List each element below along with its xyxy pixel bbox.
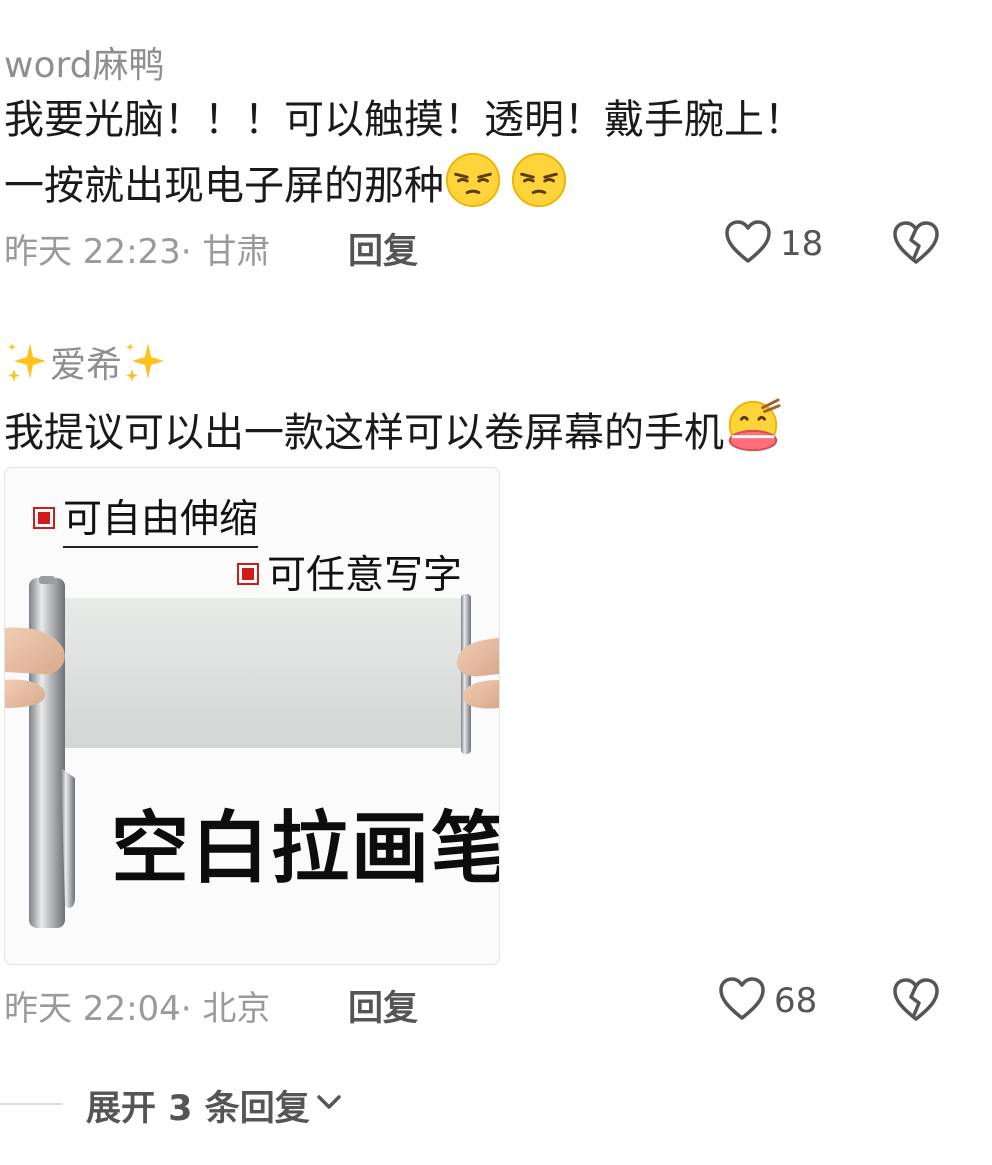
like-button[interactable]: 68 [718,976,817,1026]
eating-emoji-icon [724,398,782,456]
comment-meta: 昨天 22:04· 北京 [4,989,271,1029]
expand-replies-label: 展开 3 条回复 [86,1089,310,1129]
comment-image[interactable]: 可自由伸缩 可任意写字 空白拉画笔 [4,467,500,965]
comment-text: 我提议可以出一款这样可以卷屏幕的手机 [4,410,724,456]
heart-icon [724,219,772,269]
comment-username[interactable]: word麻鸭 [4,36,165,88]
dislike-button[interactable] [892,977,940,1027]
smirk-emoji-icon [510,151,568,209]
heart-icon [718,976,766,1026]
reply-button[interactable]: 回复 [348,980,418,1031]
smirk-emoji-icon [444,151,502,209]
comment-text-line: 我要光脑！！！可以触摸！透明！戴手腕上！ [4,97,804,143]
sparkle-icon [122,339,168,385]
broken-heart-icon [892,978,940,1027]
broken-heart-icon [892,221,940,270]
expand-replies-button[interactable]: 展开 3 条回复 [86,1080,344,1131]
red-square-icon [33,507,55,529]
comment-username-text: 爱希 [50,345,123,386]
comment-username[interactable]: 爱希 [4,336,168,388]
dislike-button[interactable] [892,220,940,270]
comment-text-line: 一按就出现电子屏的那种 [4,151,576,217]
like-count: 68 [774,981,818,1021]
comment-text: 一按就出现电子屏的那种 [4,163,444,209]
comment-text-line: 我提议可以出一款这样可以卷屏幕的手机 [4,398,790,464]
like-button[interactable]: 18 [724,219,823,269]
like-count: 18 [780,224,824,264]
image-badge: 可自由伸缩 [33,488,259,548]
image-title: 空白拉画笔 [111,804,500,894]
sparkle-icon [4,339,50,385]
comment-meta: 昨天 22:23· 甘肃 [4,232,271,272]
reply-button[interactable]: 回复 [348,223,418,274]
image-badge-text: 可自由伸缩 [63,488,259,548]
chevron-down-icon [314,1086,344,1126]
expand-divider [0,1103,62,1105]
